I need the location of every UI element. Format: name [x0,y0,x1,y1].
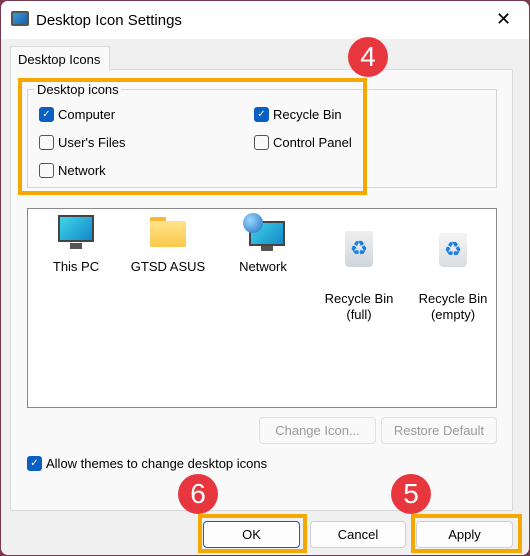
desktop-icon-settings-dialog: Desktop Icon Settings ✕ Desktop Icons De… [1,1,529,555]
recycle-bin-empty-icon: ♻ [433,229,473,269]
icon-item-recycle-bin-full[interactable]: ♻ Recycle Bin (full) [314,213,404,323]
icon-label: Network [239,259,287,274]
icon-item-network[interactable]: Network [218,213,308,275]
check-icon: ✓ [27,456,42,471]
highlight-ok-button [198,514,307,553]
icon-item-gtsd-asus[interactable]: GTSD ASUS [123,213,213,275]
icon-label: GTSD ASUS [130,259,206,274]
title-bar: Desktop Icon Settings ✕ [1,1,529,39]
icon-item-recycle-bin-empty[interactable]: ♻ Recycle Bin (empty) [408,213,498,323]
checkbox-label: Allow themes to change desktop icons [46,456,268,471]
network-globe-icon [243,213,285,253]
monitor-icon [56,213,96,253]
close-button[interactable]: ✕ [496,9,511,30]
folder-icon [148,213,188,253]
icon-label: Recycle Bin (empty) [418,291,488,322]
app-icon [11,11,29,26]
icon-item-this-pc[interactable]: This PC [31,213,121,275]
highlight-apply-button [411,514,522,553]
restore-default-button[interactable]: Restore Default [381,417,497,444]
step-badge-4: 4 [348,37,388,77]
recycle-bin-full-icon: ♻ [339,229,379,269]
checkbox-allow-themes[interactable]: ✓ Allow themes to change desktop icons [27,456,267,471]
step-badge-5: 5 [391,474,431,514]
change-icon-button[interactable]: Change Icon... [259,417,376,444]
window-title: Desktop Icon Settings [36,12,182,29]
icon-label: Recycle Bin (full) [324,291,394,322]
step-badge-6: 6 [178,474,218,514]
cancel-button[interactable]: Cancel [310,521,406,548]
tab-desktop-icons[interactable]: Desktop Icons [10,46,110,71]
highlight-desktop-icons-group [18,78,367,195]
icon-label: This PC [52,259,100,274]
